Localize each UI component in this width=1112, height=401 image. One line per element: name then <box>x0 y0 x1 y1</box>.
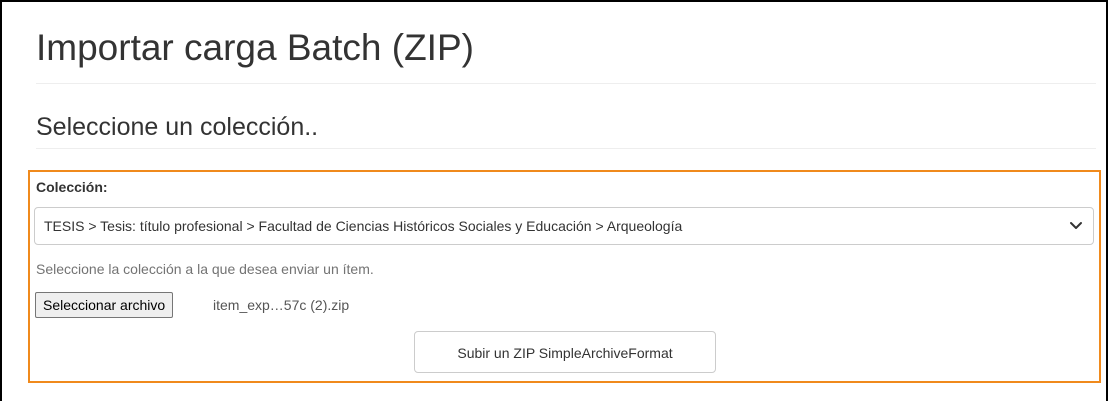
title-divider <box>36 83 1096 84</box>
section-divider <box>36 148 1096 149</box>
collection-select-value: TESIS > Tesis: título profesional > Facu… <box>44 218 683 234</box>
selected-file-name: item_exp…57c (2).zip <box>213 297 350 313</box>
collection-select[interactable]: TESIS > Tesis: título profesional > Facu… <box>34 207 1094 245</box>
upload-zip-button[interactable]: Subir un ZIP SimpleArchiveFormat <box>414 331 716 373</box>
section-title: Seleccione un colección.. <box>36 113 319 141</box>
chevron-down-icon <box>1070 222 1082 229</box>
collection-help-text: Seleccione la colección a la que desea e… <box>36 261 374 277</box>
collection-label: Colección: <box>36 179 108 195</box>
select-file-button[interactable]: Seleccionar archivo <box>35 292 174 318</box>
page-title: Importar carga Batch (ZIP) <box>36 27 474 68</box>
